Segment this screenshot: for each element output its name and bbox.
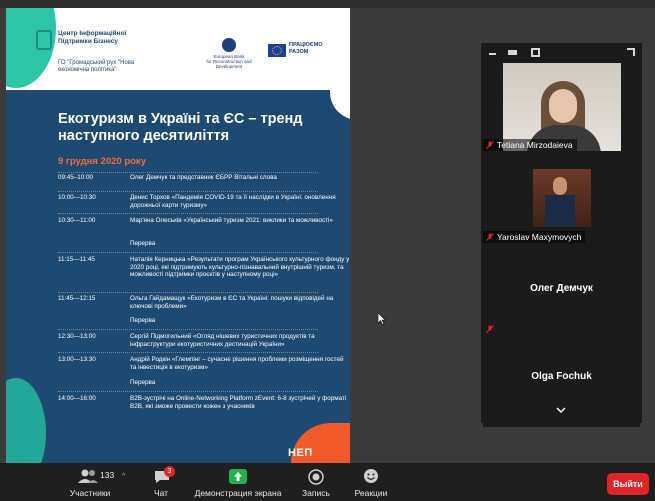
decor-teal-shape-bottom (6, 378, 46, 463)
chat-label: Чат (153, 488, 169, 498)
cip-logo-icon (36, 30, 52, 50)
record-label: Запись (302, 488, 330, 498)
program-desc: Олег Демчук та представник ЄБРР Вітальні… (130, 174, 277, 181)
ebrd-logo: European Bank for Reconstruction and Dev… (206, 38, 252, 72)
minimize-icon[interactable] (489, 53, 496, 55)
program-desc: Мар'яна Олеськів «Український туризм 202… (130, 217, 333, 224)
record-icon (308, 469, 324, 485)
ngo-name: ГО "Громадський рух "Нова економічна пол… (58, 60, 135, 73)
share-screen-label: Демонстрация экрана (194, 488, 282, 498)
video-gallery-panel: Tetiana Mirzodaieva Yaroslav Maxymovych … (481, 43, 642, 427)
chat-unread-badge: 3 (164, 466, 175, 477)
divider (58, 172, 318, 173)
program-desc: Андрій Родкін «Глемпінг – сучасне рішенн… (130, 356, 344, 371)
participants-label: Участники (69, 488, 111, 498)
break-label: Перерва (130, 240, 156, 247)
program-desc: Наталія Керницька «Результати програм Ук… (130, 256, 350, 279)
zoom-meeting-window: Центр Інформаційної Підтримки Бізнесу ГО… (0, 0, 655, 501)
ebrd-emblem-icon (222, 38, 236, 52)
participants-button[interactable]: 133 Участники (62, 463, 118, 501)
record-button[interactable]: Запись (296, 463, 336, 501)
share-screen-icon (229, 469, 247, 484)
nep-logo: НЕП (288, 447, 313, 459)
mic-muted-icon (486, 325, 494, 333)
program-desc: B2B-зустрічі на Online-Networking Platfo… (130, 395, 347, 410)
break-label: Перерва (130, 379, 156, 386)
program-time: 14:00—16:00 (58, 395, 96, 402)
thumbnail-view-icon[interactable] (508, 50, 517, 55)
leave-meeting-button[interactable]: Выйти (607, 473, 649, 495)
program-time: 10:30—11:00 (58, 217, 96, 224)
slide-title: Екотуризм в Україні та ЄС – тренд наступ… (58, 111, 303, 144)
divider (58, 391, 318, 392)
smiley-icon (364, 469, 378, 483)
divider (58, 292, 318, 293)
reactions-label: Реакции (354, 488, 388, 498)
program-time: 10:00—10:30 (58, 194, 96, 201)
divider (58, 191, 318, 192)
divider (58, 352, 318, 353)
meeting-controls-toolbar: 133 Участники ^ 3 Чат Демонстрация экран… (0, 463, 655, 501)
org-name: Центр Інформаційної Підтримки Бізнесу (58, 30, 127, 45)
participant-video (503, 63, 621, 151)
eu-flag-icon (268, 44, 286, 57)
chat-button[interactable]: 3 Чат (143, 463, 179, 501)
chevron-down-icon[interactable] (556, 405, 566, 415)
participant-tile[interactable]: Yaroslav Maxymovych (483, 155, 640, 243)
reactions-button[interactable]: Реакции (348, 463, 394, 501)
program-time: 09:45–10:00 (58, 174, 94, 181)
program-time: 11:15—11:45 (58, 256, 95, 263)
program-time: 12:30—13:00 (58, 333, 96, 340)
ebrd-subtitle: for Reconstruction and Development (206, 59, 252, 69)
program-desc: Ольга Гайдамащук «Екотуризм в ЄС та Укра… (130, 295, 334, 310)
break-label: Перерва (130, 317, 156, 324)
chevron-up-icon[interactable]: ^ (122, 473, 125, 480)
mic-muted-icon (486, 141, 494, 149)
program-desc: Сергій Підмогильний «Огляд нішевих турис… (130, 333, 315, 348)
top-bar (0, 0, 655, 8)
participant-tile[interactable]: Tetiana Mirzodaieva (483, 63, 640, 151)
divider (58, 252, 318, 253)
gallery-view-icon[interactable] (531, 48, 540, 57)
participant-tile[interactable]: Олег Демчук (483, 247, 640, 335)
participant-name: Yaroslav Maxymovych (483, 231, 586, 243)
participant-name: Tetiana Mirzodaieva (483, 139, 577, 151)
mic-muted-icon (486, 233, 494, 241)
participants-count: 133 (100, 470, 115, 480)
mouse-cursor-icon (378, 313, 386, 325)
participant-name: Олег Демчук (530, 283, 593, 294)
program-time: 13:00—13:30 (58, 356, 96, 363)
program-desc: Денис Торхов «Пандемія COVID-19 та її на… (130, 194, 336, 209)
divider (58, 213, 318, 214)
program-time: 11:45—12:15 (58, 295, 96, 302)
share-screen-button[interactable]: Демонстрация экрана (192, 463, 284, 501)
participant-name: Olga Fochuk (531, 371, 592, 382)
participants-icon (78, 469, 98, 483)
participant-video (533, 169, 591, 227)
divider (58, 329, 318, 330)
expand-icon[interactable] (627, 48, 635, 56)
eu-label: ПРАЦЮЄМО РАЗОМ (289, 42, 323, 55)
shared-screen-slide: Центр Інформаційної Підтримки Бізнесу ГО… (6, 8, 350, 463)
slide-date: 9 грудня 2020 року (58, 156, 146, 167)
gallery-toolbar (481, 43, 642, 61)
